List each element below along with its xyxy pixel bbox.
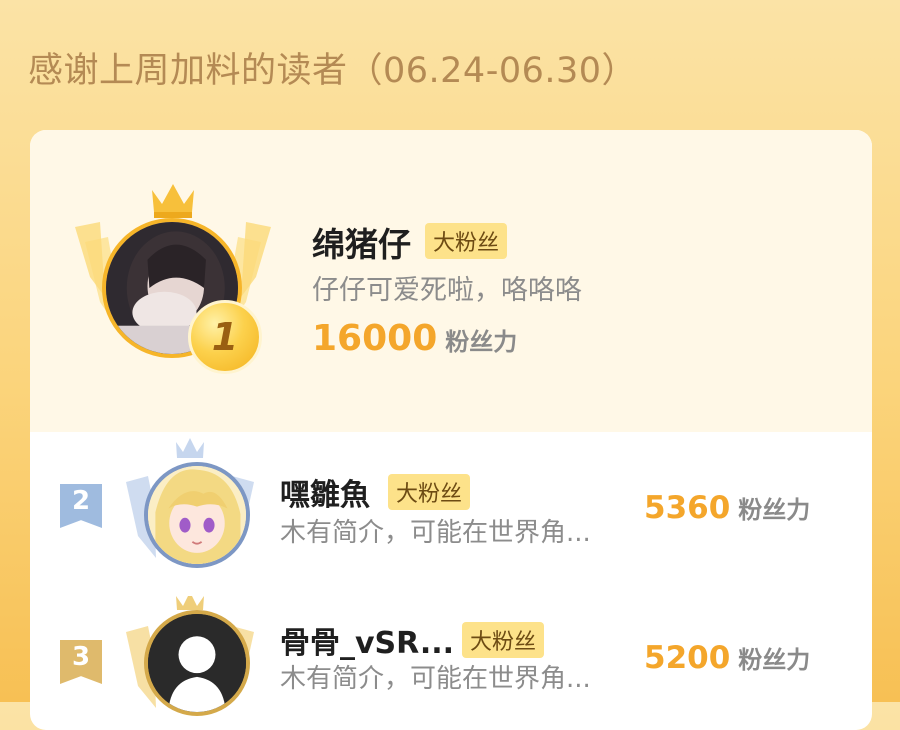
list-item[interactable]: 3 骨骨_vSR... 大粉丝 木有简介，可能在世界角... 5200 粉丝力 [30,592,872,730]
fan-power: 16000 粉丝力 [312,318,517,359]
reader-bio: 木有简介，可能在世界角... [280,518,591,548]
page-title: 感谢上周加料的读者（06.24-06.30） [28,51,638,91]
fan-power: 5200 粉丝力 [644,640,810,676]
top-reader-section: 1 绵猪仔 大粉丝 仔仔可爱死啦，咯咯咯 16000 粉丝力 [30,130,872,432]
rank-number: 3 [71,642,91,672]
reader-name[interactable]: 绵猪仔 [312,218,411,266]
fan-badge: 大粉丝 [425,223,508,259]
fan-power: 5360 粉丝力 [644,490,810,526]
crown-icon [176,438,204,458]
reader-bio: 仔仔可爱死啦，咯咯咯 [312,275,582,306]
rank-ribbon: 2 [60,484,102,528]
fan-badge: 大粉丝 [388,474,471,510]
fan-badge: 大粉丝 [462,622,545,658]
fan-power-value: 5200 [644,640,731,676]
list-item[interactable]: 2 嘿雛魚 大粉丝 木有简介，可能在世界角... 5360 粉丝力 [30,432,872,592]
avatar[interactable] [144,610,250,716]
rank-ribbon: 3 [60,640,102,684]
fan-power-unit: 粉丝力 [445,328,518,356]
gold-medal-icon: 1 [188,300,262,374]
avatar[interactable] [144,462,250,568]
fan-power-value: 16000 [312,318,438,359]
crown-icon [176,596,204,610]
rank-number: 1 [211,315,239,359]
reader-name[interactable]: 嘿雛魚 [280,470,370,514]
leaderboard-card: 1 绵猪仔 大粉丝 仔仔可爱死啦，咯咯咯 16000 粉丝力 2 嘿雛魚 大粉丝… [30,130,872,730]
fan-power-unit: 粉丝力 [738,496,811,524]
crown-icon [152,184,194,218]
reader-name[interactable]: 骨骨_vSR... [280,618,454,662]
reader-bio: 木有简介，可能在世界角... [280,664,591,694]
fan-power-unit: 粉丝力 [738,646,811,674]
rank-number: 2 [71,486,91,516]
fan-power-value: 5360 [644,490,731,526]
